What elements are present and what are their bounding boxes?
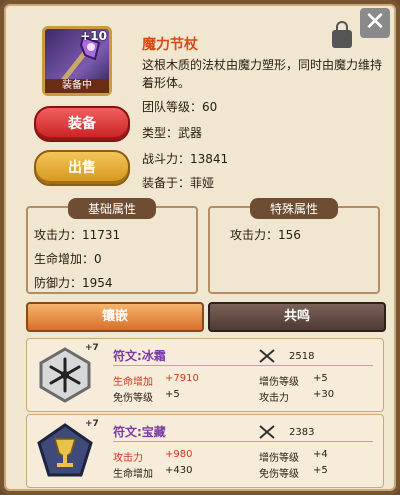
stat-type: 类型：武器: [142, 126, 203, 140]
rune-stat-label: 增伤等级: [259, 377, 299, 388]
rune-name: 符文:冰霜: [113, 349, 166, 363]
chalice-icon: [37, 423, 93, 477]
rune-stat-label: 攻击力: [259, 393, 289, 404]
rune-card[interactable]: +7 符文:冰霜 2518 生命增加 +7910 免伤等级 +5 增伤等级 +5…: [26, 338, 384, 412]
base-attr-hp: 生命增加：0: [34, 252, 102, 266]
item-description: 这根木质的法杖由魔力塑形，同时由魔力维持着形体。: [142, 58, 383, 90]
special-attr-attack: 攻击力：156: [230, 228, 301, 242]
rune-power: 2383: [289, 427, 315, 438]
crossed-swords-icon: [259, 349, 275, 363]
base-attr-attack: 攻击力：11731: [34, 228, 121, 242]
close-icon: ✕: [364, 7, 386, 37]
rune-level-badge: +7: [85, 343, 99, 353]
rune-power: 2518: [289, 351, 315, 362]
base-attr-defense: 防御力：1954: [34, 276, 113, 290]
equipped-label: 装备中: [45, 79, 109, 93]
base-attributes-title: 基础属性: [67, 198, 157, 219]
rune-stat-value: +5: [313, 465, 328, 476]
rune-stat-label: 免伤等级: [113, 393, 153, 404]
rune-stat-label: 免伤等级: [259, 469, 299, 480]
snowflake-icon: [39, 347, 91, 403]
rune-stat-label: 攻击力: [113, 453, 143, 464]
rune-stat-label: 生命增加: [113, 469, 153, 480]
base-attributes-box: 基础属性 攻击力：11731 生命增加：0 防御力：1954: [26, 198, 198, 294]
rune-divider: [113, 441, 373, 442]
rune-stat-value: +430: [165, 465, 193, 476]
rune-level-badge: +7: [85, 419, 99, 429]
sell-button[interactable]: 出售: [34, 150, 130, 186]
rune-stat-value: +30: [313, 389, 335, 400]
special-attributes-title: 特殊属性: [249, 198, 339, 219]
lock-icon[interactable]: [332, 21, 352, 48]
tab-inlay[interactable]: 镶嵌: [26, 302, 204, 332]
rune-stat-value: +5: [313, 373, 328, 384]
item-icon-frame[interactable]: +10 装备中: [42, 26, 112, 96]
item-detail-panel: ✕ +10 装备中 魔力节杖 这根木质的法杖由魔力塑形，同时由魔力维持着形体。 …: [0, 0, 400, 495]
rune-stat-value: +7910: [165, 373, 199, 384]
tab-resonance[interactable]: 共鸣: [208, 302, 386, 332]
rune-stat-value: +980: [165, 449, 193, 460]
stat-power: 战斗力：13841: [142, 152, 229, 166]
rune-stat-value: +4: [313, 449, 328, 460]
stat-team-level: 团队等级：60: [142, 100, 218, 114]
rune-stat-value: +5: [165, 389, 180, 400]
item-level-badge: +10: [80, 29, 107, 43]
special-attributes-box: 特殊属性 攻击力：156: [208, 198, 380, 294]
rune-stat-label: 增伤等级: [259, 453, 299, 464]
rune-stat-label: 生命增加: [113, 377, 153, 388]
close-button[interactable]: ✕: [360, 8, 390, 38]
crossed-swords-icon: [259, 425, 275, 439]
rune-name: 符文:宝藏: [113, 425, 166, 439]
rune-card[interactable]: +7 符文:宝藏 2383 攻击力 +980 生命增加 +430 增伤等级 +4…: [26, 414, 384, 488]
stat-equipped-on: 装备于：菲娅: [142, 176, 215, 190]
rune-divider: [113, 365, 373, 366]
item-name: 魔力节杖: [142, 37, 198, 53]
equip-button[interactable]: 装备: [34, 106, 130, 142]
